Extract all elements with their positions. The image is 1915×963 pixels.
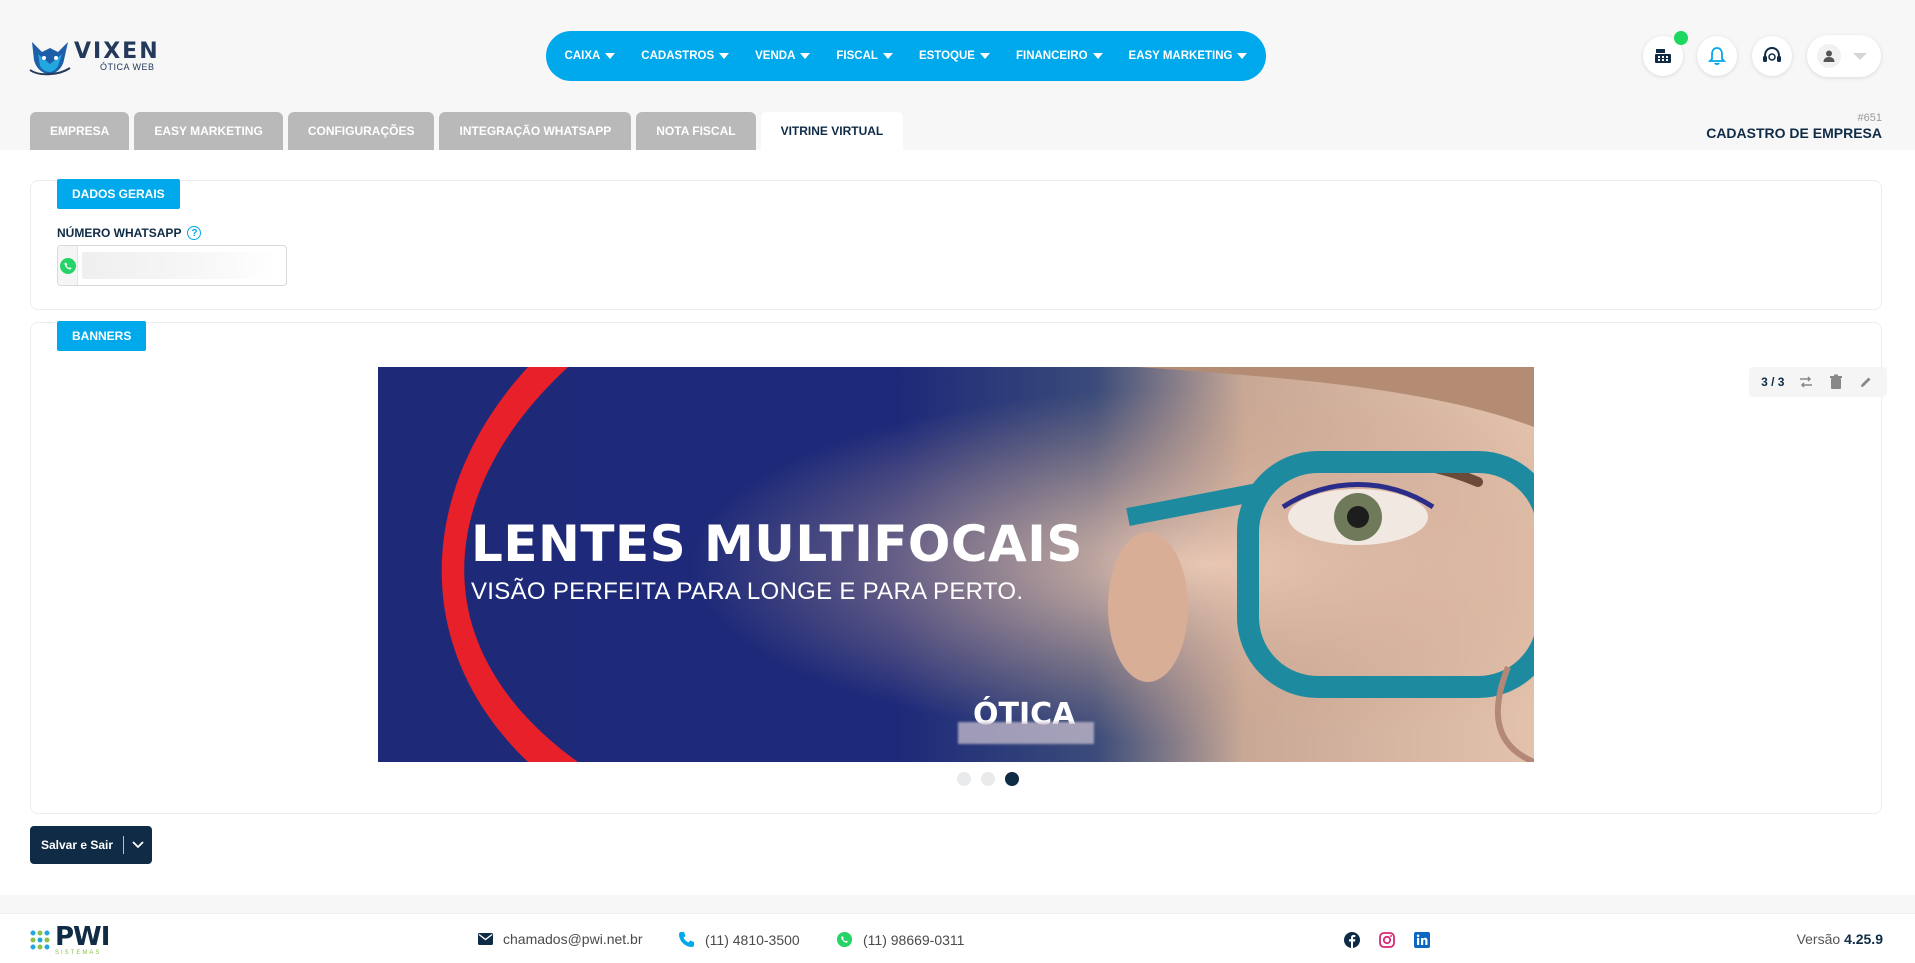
page-meta: #651 CADASTRO DE EMPRESA: [1706, 112, 1882, 141]
chevron-down-icon: [1853, 52, 1867, 60]
tab-configuracoes[interactable]: CONFIGURAÇÕES: [287, 112, 435, 150]
footer-phone-text: (11) 4810-3500: [705, 931, 800, 948]
whatsapp-input-group: [57, 245, 287, 286]
avatar: [1817, 44, 1841, 68]
nav-label: EASY MARKETING: [1128, 50, 1233, 62]
banner-brand-redacted: [958, 722, 1094, 744]
caret-down-icon: [1237, 53, 1248, 59]
nav-label: CAIXA: [564, 50, 601, 62]
caret-down-icon: [1092, 53, 1103, 59]
header: VIXEN ÓTICA WEB CAIXA CADASTROS VENDA FI…: [0, 0, 1915, 110]
carousel-dot[interactable]: [981, 772, 995, 786]
nav-caixa[interactable]: CAIXA: [552, 50, 629, 62]
pwi-logo-text: PWI: [55, 922, 110, 952]
help-icon[interactable]: ?: [187, 226, 202, 240]
whatsapp-addon: [58, 246, 78, 285]
save-and-exit-label: Salvar e Sair: [30, 836, 125, 854]
tab-bar: EMPRESA EASY MARKETING CONFIGURAÇÕES INT…: [30, 112, 904, 150]
caret-down-icon: [800, 53, 811, 59]
pwi-mark-icon: [30, 930, 50, 950]
logo-title: VIXEN: [74, 38, 160, 64]
banner-counter: 3 / 3: [1761, 375, 1785, 389]
nav-label: ESTOQUE: [918, 50, 975, 62]
main-content: DADOS GERAIS NÚMERO WHATSAPP ? BANNERS L…: [0, 150, 1915, 895]
banner-subheadline: VISÃO PERFEITA PARA LONGE E PARA PERTO.: [471, 578, 1024, 605]
nav-estoque[interactable]: ESTOQUE: [906, 50, 1003, 62]
tab-empresa[interactable]: EMPRESA: [30, 112, 130, 150]
vixen-logo[interactable]: VIXEN ÓTICA WEB: [28, 34, 178, 78]
cash-register-button[interactable]: [1643, 31, 1688, 76]
pwi-logo: PWI SISTEMAS: [29, 922, 110, 956]
banners-tag: BANNERS: [57, 321, 147, 351]
reorder-icon[interactable]: [1797, 373, 1815, 391]
app-version: Versão 4.25.9: [1797, 931, 1883, 947]
support-button[interactable]: [1752, 36, 1792, 76]
caret-down-icon: [979, 53, 990, 59]
footer: PWI SISTEMAS chamados@pwi.net.br (11) 48…: [0, 913, 1915, 963]
footer-email-text: chamados@pwi.net.br: [503, 931, 643, 947]
nav-label: FINANCEIRO: [1015, 50, 1088, 62]
caret-down-icon: [719, 53, 730, 59]
pencil-icon[interactable]: [1857, 373, 1875, 391]
nav-label: VENDA: [755, 50, 796, 62]
nav-label: CADASTROS: [641, 50, 715, 62]
version-label: Versão: [1796, 931, 1841, 947]
nav-fiscal[interactable]: FISCAL: [823, 50, 906, 62]
user-icon: [1823, 50, 1835, 62]
carousel-dot[interactable]: [957, 772, 971, 786]
banner-toolbar: 3 / 3: [1749, 367, 1887, 397]
whatsapp-label-text: NÚMERO WHATSAPP: [57, 226, 182, 240]
whatsapp-icon: [59, 257, 76, 274]
dados-gerais-tag: DADOS GERAIS: [57, 179, 180, 209]
page-id: #651: [1857, 112, 1882, 124]
footer-whatsapp[interactable]: (11) 98669-0311: [836, 931, 964, 948]
save-and-exit-button[interactable]: Salvar e Sair: [30, 826, 152, 864]
whatsapp-icon: [836, 931, 853, 948]
bell-icon: [1707, 47, 1727, 65]
nav-financeiro[interactable]: FINANCEIRO: [1003, 50, 1116, 62]
facebook-icon[interactable]: [1343, 931, 1360, 948]
banners-card: BANNERS LENTES MULTIFOCAIS VISÃO PERFEIT…: [30, 321, 1887, 814]
nav-cadastros[interactable]: CADASTROS: [628, 50, 742, 62]
caret-down-icon: [605, 53, 616, 59]
headset-icon: [1763, 46, 1781, 62]
main-navigation: CAIXA CADASTROS VENDA FISCAL ESTOQUE FIN…: [546, 31, 1266, 81]
footer-whatsapp-text: (11) 98669-0311: [863, 931, 965, 948]
user-menu-button[interactable]: [1807, 35, 1881, 77]
notifications-button[interactable]: [1697, 36, 1737, 76]
chevron-down-icon[interactable]: [124, 841, 152, 849]
carousel-dots: [957, 772, 1019, 786]
whatsapp-field-label: NÚMERO WHATSAPP ?: [57, 226, 202, 240]
instagram-icon[interactable]: [1378, 931, 1395, 948]
caret-down-icon: [882, 53, 893, 59]
banner-image[interactable]: LENTES MULTIFOCAIS VISÃO PERFEITA PARA L…: [378, 367, 1534, 762]
phone-icon: [679, 932, 694, 947]
tab-nota-fiscal[interactable]: NOTA FISCAL: [636, 112, 756, 150]
mail-icon: [478, 933, 493, 945]
carousel-dot-active[interactable]: [1005, 772, 1019, 786]
version-number: 4.25.9: [1844, 931, 1883, 947]
banner-headline: LENTES MULTIFOCAIS: [471, 515, 1083, 573]
nav-venda[interactable]: VENDA: [742, 50, 823, 62]
whatsapp-number-input[interactable]: [82, 252, 278, 279]
social-links: [1343, 931, 1430, 948]
logo-subtitle: ÓTICA WEB: [100, 61, 155, 72]
trash-icon[interactable]: [1827, 373, 1845, 391]
fox-logo-icon: [29, 42, 71, 76]
page-title: CADASTRO DE EMPRESA: [1706, 125, 1882, 141]
nav-easy-marketing[interactable]: EASY MARKETING: [1116, 50, 1261, 62]
tab-vitrine-virtual[interactable]: VITRINE VIRTUAL: [760, 112, 904, 150]
dados-gerais-card: DADOS GERAIS NÚMERO WHATSAPP ?: [30, 179, 1882, 310]
online-status-dot: [1674, 31, 1688, 45]
nav-label: FISCAL: [836, 50, 878, 62]
cash-register-icon: [1655, 49, 1671, 63]
tab-easy-marketing[interactable]: EASY MARKETING: [134, 112, 283, 150]
pwi-logo-subtitle: SISTEMAS: [55, 950, 102, 956]
tab-integracao-whatsapp[interactable]: INTEGRAÇÃO WHATSAPP: [439, 112, 632, 150]
footer-email[interactable]: chamados@pwi.net.br: [478, 931, 643, 947]
footer-phone[interactable]: (11) 4810-3500: [678, 931, 800, 948]
linkedin-icon[interactable]: [1413, 931, 1430, 948]
